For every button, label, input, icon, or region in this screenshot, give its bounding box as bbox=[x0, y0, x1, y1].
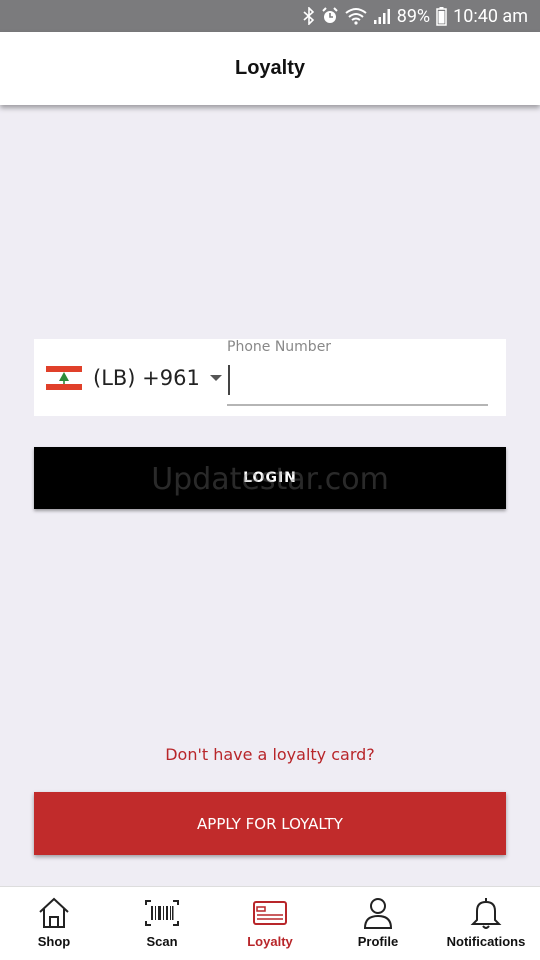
alarm-icon bbox=[321, 7, 338, 23]
phone-login-card: (LB) +961 Phone Number bbox=[34, 339, 506, 416]
no-loyalty-card-link[interactable]: Don't have a loyalty card? bbox=[0, 745, 540, 764]
bottom-navigation: Shop Scan Loyalty Profile Notifications bbox=[0, 886, 540, 960]
loyalty-card-icon bbox=[253, 901, 287, 925]
bluetooth-icon bbox=[303, 7, 314, 25]
battery-icon bbox=[436, 6, 447, 26]
country-code-picker[interactable]: (LB) +961 bbox=[46, 363, 222, 393]
page-title: Loyalty bbox=[234, 57, 306, 79]
wifi-icon bbox=[345, 8, 367, 25]
bell-icon bbox=[470, 898, 502, 929]
user-icon bbox=[363, 898, 393, 929]
status-bar: 89% 10:40 am bbox=[0, 0, 540, 32]
home-icon bbox=[39, 897, 69, 928]
lebanon-flag-icon bbox=[46, 366, 82, 390]
login-button[interactable]: LOGIN bbox=[34, 447, 506, 509]
country-code-label: (LB) +961 bbox=[93, 366, 200, 390]
apply-for-loyalty-button[interactable]: APPLY FOR LOYALTY bbox=[34, 792, 506, 855]
nav-label-notifications: Notifications bbox=[446, 934, 526, 949]
nav-item-loyalty[interactable]: Loyalty bbox=[216, 887, 324, 960]
clock: 10:40 am bbox=[453, 5, 528, 27]
battery-percent: 89% bbox=[396, 5, 431, 27]
nav-item-shop[interactable]: Shop bbox=[0, 887, 108, 960]
nav-item-notifications[interactable]: Notifications bbox=[432, 887, 540, 960]
chevron-down-icon[interactable] bbox=[209, 375, 222, 381]
nav-item-scan[interactable]: Scan bbox=[108, 887, 216, 960]
app-header: Loyalty bbox=[0, 32, 540, 105]
phone-number-label: Phone Number bbox=[227, 339, 332, 355]
signal-icon bbox=[373, 9, 390, 24]
nav-label-profile: Profile bbox=[357, 934, 399, 949]
nav-item-profile[interactable]: Profile bbox=[324, 887, 432, 960]
nav-label-shop: Shop bbox=[37, 934, 71, 949]
nav-label-loyalty: Loyalty bbox=[247, 934, 293, 949]
text-caret bbox=[228, 365, 230, 395]
phone-number-input[interactable] bbox=[227, 361, 488, 406]
nav-label-scan: Scan bbox=[146, 934, 178, 949]
barcode-icon bbox=[145, 900, 179, 926]
